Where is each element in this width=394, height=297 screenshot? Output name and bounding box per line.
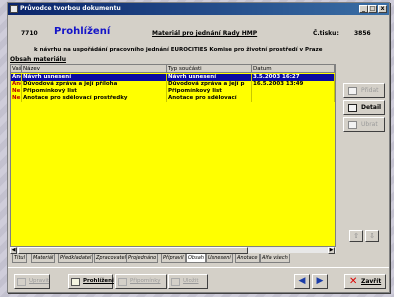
window-title: Průvodce tvorbou dokumentu [20,5,121,12]
close-button[interactable]: ✕ Zavřít [344,274,386,289]
tab-zpracovatel[interactable]: Zpracovatel [94,254,128,263]
tab-alfa[interactable]: Alfa všech [260,254,290,263]
remove-button[interactable]: Ubrat [343,117,385,132]
column-header-date[interactable]: Datum [252,65,335,73]
add-icon [348,87,357,95]
content-table: Vaš Název Typ součásti Datum Ano Návrh u… [10,64,336,253]
tab-obsah[interactable]: Obsah [186,254,206,263]
bottom-toolbar: Upravit Prohlížení Připomínky Uložit ◀ ▶… [8,267,389,293]
document-number: 7710 [21,30,38,37]
detail-label: Detail [361,104,382,111]
tab-usneseni[interactable]: Usnesení [206,254,233,263]
horizontal-scrollbar[interactable]: ◀ ▶ [10,246,336,254]
print-number-label: Č.tisku: [313,30,339,37]
edit-button[interactable]: Upravit [14,274,50,289]
tab-predkladatel[interactable]: Předkladatel [58,254,94,263]
app-icon [10,5,18,13]
column-header-name[interactable]: Název [22,65,167,73]
comments-label: Připomínky [130,278,161,284]
cell-type: Anotace pro sdělovací [167,95,252,102]
edit-icon [17,278,26,286]
edit-label: Upravit [29,278,50,284]
glasses-icon [71,278,80,286]
close-window-button[interactable]: x [378,5,387,13]
view-label: Prohlížení [83,278,114,284]
move-down-icon[interactable]: ⇩ [365,230,379,242]
save-icon [171,278,180,286]
mode-label: Prohlížení [54,26,111,37]
material-description: k návrhu na uspořádání pracovního jednán… [34,47,323,53]
detail-button[interactable]: Detail [343,100,385,115]
cell-name: Anotace pro sdělovací prostředky [22,95,167,102]
cell-name: Připomínkový list [22,88,167,95]
close-label: Zavřít [361,278,382,285]
cell-date: 16.5.2003 13:49 [252,81,335,88]
material-subject: Materiál pro jednání Rady HMP [152,30,258,37]
cell-vas: Ne [12,88,22,95]
previous-icon[interactable]: ◀ [294,274,310,289]
remove-label: Ubrat [361,121,378,128]
column-header-type[interactable]: Typ součásti [167,65,252,73]
tab-projednano[interactable]: Projednáno [126,254,159,263]
cell-vas: Ano [12,81,22,88]
cell-name: Důvodová zpráva a její příloha [22,81,167,88]
table-row[interactable]: Ano Návrh usnesení Návrh usnesení 3.5.20… [11,74,335,81]
view-button[interactable]: Prohlížení [68,274,114,289]
minimize-button[interactable]: _ [359,5,368,13]
table-row[interactable]: Ano Důvodová zpráva a její příloha Důvod… [11,81,335,88]
remove-icon [348,121,357,129]
cell-vas: Ano [11,74,22,81]
cell-date [252,95,335,102]
save-label: Uložit [183,278,199,284]
main-window: Průvodce tvorbou dokumentu _ □ x 7710 Pr… [7,2,390,293]
tab-strip: Titul Materiál Předkladatel Zpracovatel … [10,254,336,263]
table-row[interactable]: Ne Připomínkový list Připomínkový list [11,88,335,95]
add-button[interactable]: Přidat [343,83,385,98]
comments-icon [118,278,127,286]
section-label: Obsah materiálu [10,56,67,63]
column-header-vas[interactable]: Vaš [11,65,22,73]
cell-date: 3.5.2003 16:27 [252,74,335,81]
scroll-thumb[interactable] [18,247,248,254]
tab-titul[interactable]: Titul [12,254,27,263]
tab-pripravil[interactable]: Připravil [161,254,186,263]
close-icon: ✕ [349,276,358,287]
scroll-right-icon[interactable]: ▶ [328,247,335,254]
move-up-icon[interactable]: ⇧ [349,230,363,242]
cell-type: Důvodová zpráva a její p [167,81,252,88]
save-button[interactable]: Uložit [168,274,208,289]
scroll-left-icon[interactable]: ◀ [10,247,17,254]
cell-date [252,88,335,95]
detail-icon [348,104,357,112]
comments-button[interactable]: Připomínky [115,274,167,289]
title-bar: Průvodce tvorbou dokumentu _ □ x [8,3,389,15]
maximize-button[interactable]: □ [368,5,377,13]
cell-vas: Ne [12,95,22,102]
print-number-value: 3856 [354,30,371,37]
next-icon[interactable]: ▶ [312,274,328,289]
cell-type: Připomínkový list [167,88,252,95]
cell-type: Návrh usnesení [167,74,252,81]
add-label: Přidat [361,87,379,94]
table-row[interactable]: Ne Anotace pro sdělovací prostředky Anot… [11,95,335,102]
tab-anotace[interactable]: Anotace [235,254,260,263]
tab-material[interactable]: Materiál [31,254,56,263]
cell-name: Návrh usnesení [22,74,167,81]
document-header: 7710 Prohlížení Materiál pro jednání Rad… [8,16,389,56]
